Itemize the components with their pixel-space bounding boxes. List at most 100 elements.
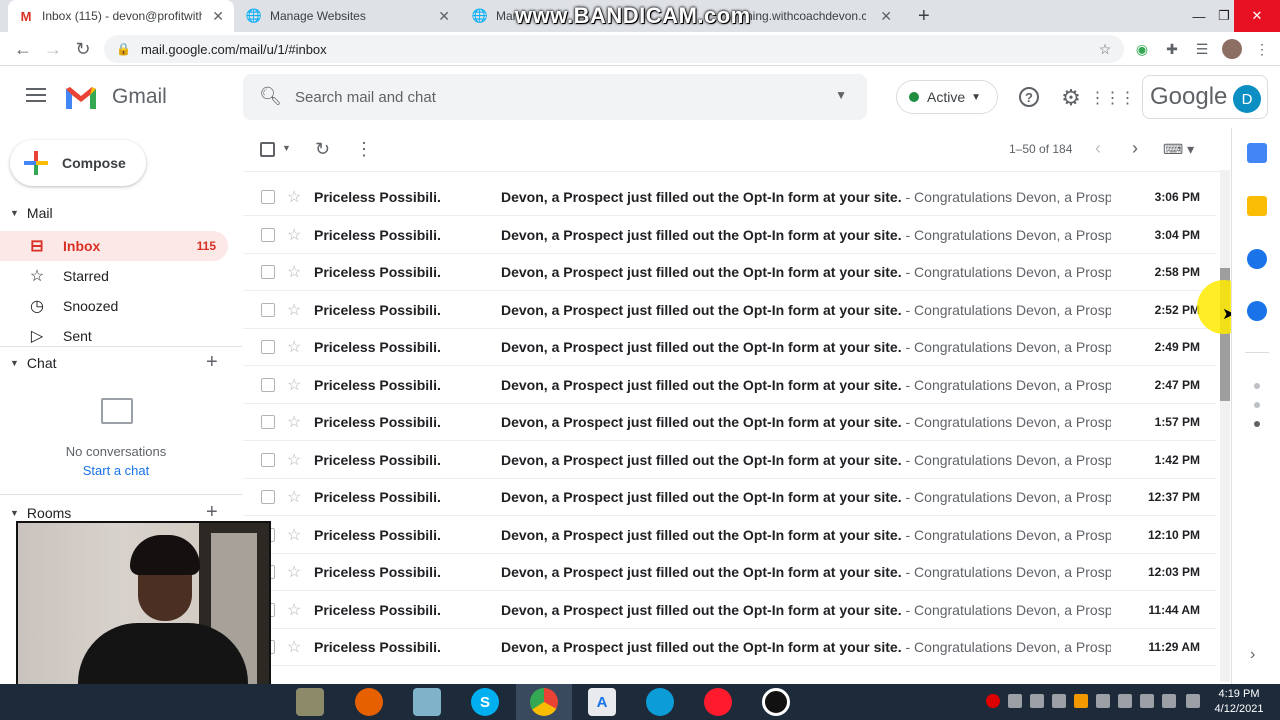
star-icon[interactable]: ☆ [287, 525, 301, 545]
star-icon[interactable]: ☆ [287, 637, 301, 657]
tray-icon[interactable] [1052, 694, 1066, 708]
table-row[interactable]: ☆ Priceless Possibili. Devon, a Prospect j… [243, 592, 1216, 629]
bandicam-record-icon[interactable] [762, 688, 790, 716]
table-row[interactable]: ☆ Priceless Possibili. Devon, a Prospect j… [243, 367, 1216, 404]
tray-icon[interactable] [1074, 694, 1088, 708]
chat-section-header[interactable]: ▼ Chat [10, 355, 57, 371]
table-row[interactable]: ☆ Priceless Possibili. Devon, a Prospect j… [243, 629, 1216, 666]
sidebar-item-snoozed[interactable]: ◷ Snoozed [0, 291, 228, 321]
select-dropdown-icon[interactable]: ▼ [282, 143, 291, 153]
input-tools-icon[interactable]: ⌨ ▾ [1163, 141, 1194, 158]
table-row[interactable]: ☆ Priceless Possibili. Devon, a Prospect j… [243, 442, 1216, 479]
close-tab-icon[interactable]: ✕ [438, 8, 450, 25]
menu-kebab-icon[interactable]: ⋮ [1252, 39, 1272, 59]
search-bar[interactable]: 🔍︎ ▼ [243, 74, 867, 120]
star-icon[interactable]: ☆ [287, 225, 301, 245]
older-page-icon[interactable]: › [1132, 138, 1138, 159]
table-row[interactable]: ☆ Priceless Possibili. Devon, a Prospect j… [243, 217, 1216, 254]
compose-button[interactable]: Compose [10, 140, 146, 186]
new-chat-plus-icon[interactable]: + [206, 351, 218, 374]
search-input[interactable] [295, 86, 815, 108]
tray-icon[interactable] [1118, 694, 1132, 708]
search-options-icon[interactable]: ▼ [835, 88, 847, 102]
firefox-icon[interactable] [355, 688, 383, 716]
close-tab-icon[interactable]: ✕ [880, 8, 892, 25]
main-menu-icon[interactable] [26, 88, 46, 106]
tray-icon[interactable] [1008, 694, 1022, 708]
status-selector[interactable]: Active ▼ [896, 80, 998, 114]
reload-button[interactable]: ↻ [71, 38, 95, 60]
tray-icon[interactable] [1140, 694, 1154, 708]
star-icon[interactable]: ☆ [287, 300, 301, 320]
newer-page-icon[interactable]: ‹ [1095, 138, 1101, 159]
keep-icon[interactable] [1247, 196, 1267, 216]
apps-grid-icon[interactable]: ⋮⋮⋮ [1090, 86, 1136, 110]
puzzle-icon[interactable]: ✚ [1162, 39, 1182, 59]
table-row[interactable]: ☆ Priceless Possibili. Devon, a Prospect j… [243, 404, 1216, 441]
scrollbar-track[interactable] [1220, 170, 1230, 682]
account-switcher[interactable]: Google D [1142, 75, 1268, 119]
table-row[interactable]: ☆ Priceless Possibili. Devon, a Prospect j… [243, 479, 1216, 516]
bookmark-star-icon[interactable]: ☆ [1095, 39, 1115, 59]
star-icon[interactable]: ☆ [287, 562, 301, 582]
skype-icon[interactable]: S [471, 688, 499, 716]
close-tab-icon[interactable]: ✕ [212, 8, 224, 25]
calendar-icon[interactable] [1247, 143, 1267, 163]
forward-button[interactable]: → [41, 38, 65, 60]
table-row[interactable]: ☆ Priceless Possibili. Devon, a Prospect j… [243, 329, 1216, 366]
star-icon[interactable]: ☆ [287, 337, 301, 357]
paint-app-icon[interactable]: A [588, 688, 616, 716]
chrome-icon[interactable] [530, 688, 558, 716]
search-icon[interactable]: 🔍︎ [259, 86, 282, 107]
taskbar-clock[interactable]: 4:19 PM 4/12/2021 [1212, 687, 1266, 717]
avatar[interactable]: D [1233, 85, 1261, 113]
star-icon[interactable]: ☆ [287, 375, 301, 395]
edge-icon[interactable] [646, 688, 674, 716]
sidebar-item-starred[interactable]: ☆ Starred [0, 261, 228, 291]
row-checkbox[interactable] [261, 303, 275, 317]
file-app-icon[interactable] [296, 688, 324, 716]
sidebar-item-inbox[interactable]: ⊟ Inbox 115 [0, 231, 228, 261]
network-tray-icon[interactable] [1162, 694, 1176, 708]
row-checkbox[interactable] [261, 265, 275, 279]
row-checkbox[interactable] [261, 340, 275, 354]
table-row[interactable]: ☆ Priceless Possibili. Devon, a Prospect j… [243, 179, 1216, 216]
more-options-icon[interactable]: ⋮ [355, 139, 373, 160]
star-icon[interactable]: ☆ [287, 450, 301, 470]
tasks-icon[interactable] [1247, 249, 1267, 269]
settings-gear-icon[interactable]: ⚙ [1059, 85, 1083, 110]
select-all-checkbox[interactable] [260, 142, 275, 162]
table-row[interactable]: ☆ Priceless Possibili. Devon, a Prospect j… [243, 292, 1216, 329]
volume-tray-icon[interactable] [1030, 694, 1044, 708]
rooms-section-header[interactable]: ▼ Rooms [10, 505, 71, 521]
opera-icon[interactable] [704, 688, 732, 716]
close-window-button[interactable]: ✕ [1234, 0, 1280, 32]
star-icon[interactable]: ☆ [287, 412, 301, 432]
new-tab-button[interactable]: + [918, 5, 930, 28]
table-row[interactable]: ☆ Priceless Possibili. Devon, a Prospect j… [243, 554, 1216, 591]
address-bar[interactable]: 🔒 mail.google.com/mail/u/1/#inbox [104, 35, 1124, 63]
reading-list-icon[interactable]: ☰ [1192, 39, 1212, 59]
battery-tray-icon[interactable] [1186, 694, 1200, 708]
row-checkbox[interactable] [261, 378, 275, 392]
contacts-icon[interactable] [1247, 301, 1267, 321]
row-checkbox[interactable] [261, 490, 275, 504]
back-button[interactable]: ← [11, 38, 35, 60]
notes-app-icon[interactable] [413, 688, 441, 716]
row-checkbox[interactable] [261, 190, 275, 204]
tab-manage-websites[interactable]: 🌐 Manage Websites ✕ [236, 0, 460, 32]
profile-avatar-icon[interactable] [1222, 39, 1242, 59]
expand-panel-chevron-icon[interactable]: › [1250, 646, 1255, 664]
record-tray-icon[interactable] [986, 694, 1000, 708]
row-checkbox[interactable] [261, 415, 275, 429]
row-checkbox[interactable] [261, 453, 275, 467]
table-row[interactable]: ☆ Priceless Possibili. Devon, a Prospect j… [243, 254, 1216, 291]
star-icon[interactable]: ☆ [287, 487, 301, 507]
help-icon[interactable]: ? [1019, 87, 1039, 107]
row-checkbox[interactable] [261, 228, 275, 242]
table-row[interactable]: ☆ Priceless Possibili. Devon, a Prospect j… [243, 517, 1216, 554]
mail-section-header[interactable]: ▼ Mail [10, 205, 53, 221]
tray-icon[interactable] [1096, 694, 1110, 708]
refresh-icon[interactable]: ↻ [315, 139, 330, 160]
start-chat-link[interactable]: Start a chat [83, 463, 149, 478]
